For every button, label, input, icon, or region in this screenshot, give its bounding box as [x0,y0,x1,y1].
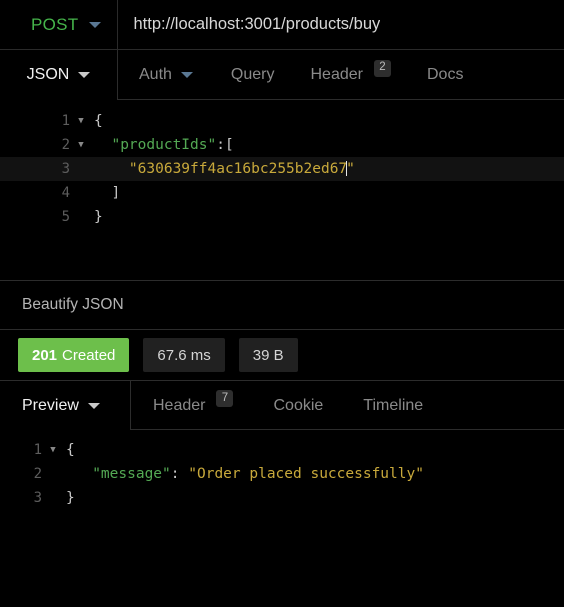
code-text: { [88,113,103,129]
code-text: { [60,442,75,458]
token-string: " [346,161,355,177]
token-string: "630639ff4ac16bc255b2ed67 [128,161,348,177]
fold-arrow-icon[interactable]: ▼ [74,116,88,126]
response-tab-bar: Preview Header 7 Cookie Timeline [0,381,564,430]
status-text: Created [62,346,116,364]
token-punct: { [94,113,103,129]
code-text: "630639ff4ac16bc255b2ed67" [88,161,355,177]
tab-response-header[interactable]: Header 7 [131,381,253,430]
line-number: 1 [33,442,42,458]
http-method-selector[interactable]: POST [0,0,117,49]
code-text: "message": "Order placed successfully" [60,466,424,482]
http-method-label: POST [31,14,79,34]
token-punct [66,466,92,482]
tab-auth[interactable]: Auth [118,50,213,100]
tab-json-label: JSON [26,66,70,83]
fold-arrow-icon[interactable]: ▼ [46,445,60,455]
token-punct [94,137,111,153]
line-number: 2 [61,137,70,153]
tab-docs-label: Docs [426,66,464,83]
tab-header-label: Header [310,66,363,83]
status-badge: 201 Created [18,338,130,372]
status-code: 201 [32,346,58,364]
code-line: 1 ▼ { [0,109,564,133]
response-body-viewer[interactable]: 1 ▼ {2 "message": "Order placed successful… [0,430,564,607]
tab-cookie[interactable]: Cookie [253,381,343,430]
line-number: 2 [33,466,42,482]
tab-response-header-label: Header [153,396,206,414]
chevron-down-icon [87,402,100,409]
tab-preview-label: Preview [22,396,79,414]
code-text: } [60,490,75,506]
line-number: 1 [61,113,70,129]
code-line: 3} [0,486,564,510]
fold-arrow-icon[interactable]: ▼ [74,140,88,150]
code-text: "productIds":[ [88,137,234,153]
tab-docs[interactable]: Docs [409,50,481,100]
token-punct: :[ [216,137,234,153]
response-status-bar: 201 Created 67.6 ms 39 B [0,330,564,381]
tab-response-header-count-badge: 7 [216,390,234,407]
response-time-badge: 67.6 ms [143,338,225,372]
tab-preview[interactable]: Preview [0,381,131,430]
token-key: "message" [92,466,171,482]
code-line: 1 ▼ { [0,438,564,462]
token-punct: : [170,466,189,482]
code-text: } [88,209,103,225]
response-size-badge: 39 B [238,338,298,372]
token-punct [94,161,129,177]
beautify-json-button[interactable]: Beautify JSON [0,280,564,330]
code-line: 4 ] [0,181,564,205]
tab-query[interactable]: Query [213,50,293,100]
tab-cookie-label: Cookie [273,396,324,414]
chevron-down-icon [78,72,91,78]
code-text: ] [88,185,120,201]
chevron-down-icon [180,72,193,78]
code-line: 5} [0,205,564,229]
line-number: 3 [61,161,70,177]
line-number: 3 [33,490,42,506]
token-string: "Order placed successfully" [188,466,424,482]
token-punct: ] [94,185,121,201]
code-line: 2 "message": "Order placed successfully" [0,462,564,486]
url-bar: POST http://localhost:3001/products/buy [0,0,564,50]
rest-client-window: POST http://localhost:3001/products/buy … [0,0,564,607]
tab-timeline[interactable]: Timeline [343,381,443,430]
tab-auth-label: Auth [139,66,172,83]
line-number: 5 [61,209,70,225]
beautify-json-label: Beautify JSON [22,296,124,313]
response-tab-underline [131,429,564,430]
tab-json[interactable]: JSON [0,50,118,100]
token-punct: } [66,490,75,506]
tab-timeline-label: Timeline [363,396,424,414]
request-tab-bar: JSON Auth Query Header 2 Docs [0,50,564,100]
chevron-down-icon [88,21,101,28]
tab-header[interactable]: Header 2 [293,50,409,100]
token-key: "productIds" [111,137,217,153]
token-punct: } [94,209,103,225]
code-line: 2 ▼ "productIds":[ [0,133,564,157]
tab-query-label: Query [230,66,275,83]
line-number: 4 [61,185,70,201]
token-punct: { [66,442,75,458]
url-input[interactable]: http://localhost:3001/products/buy [118,15,381,34]
tab-header-count-badge: 2 [373,59,391,77]
request-body-editor[interactable]: 1 ▼ {2 ▼ "productIds":[ 3 "630639ff4ac16bc25… [0,100,564,280]
code-line: 3 "630639ff4ac16bc255b2ed67" [0,157,564,181]
